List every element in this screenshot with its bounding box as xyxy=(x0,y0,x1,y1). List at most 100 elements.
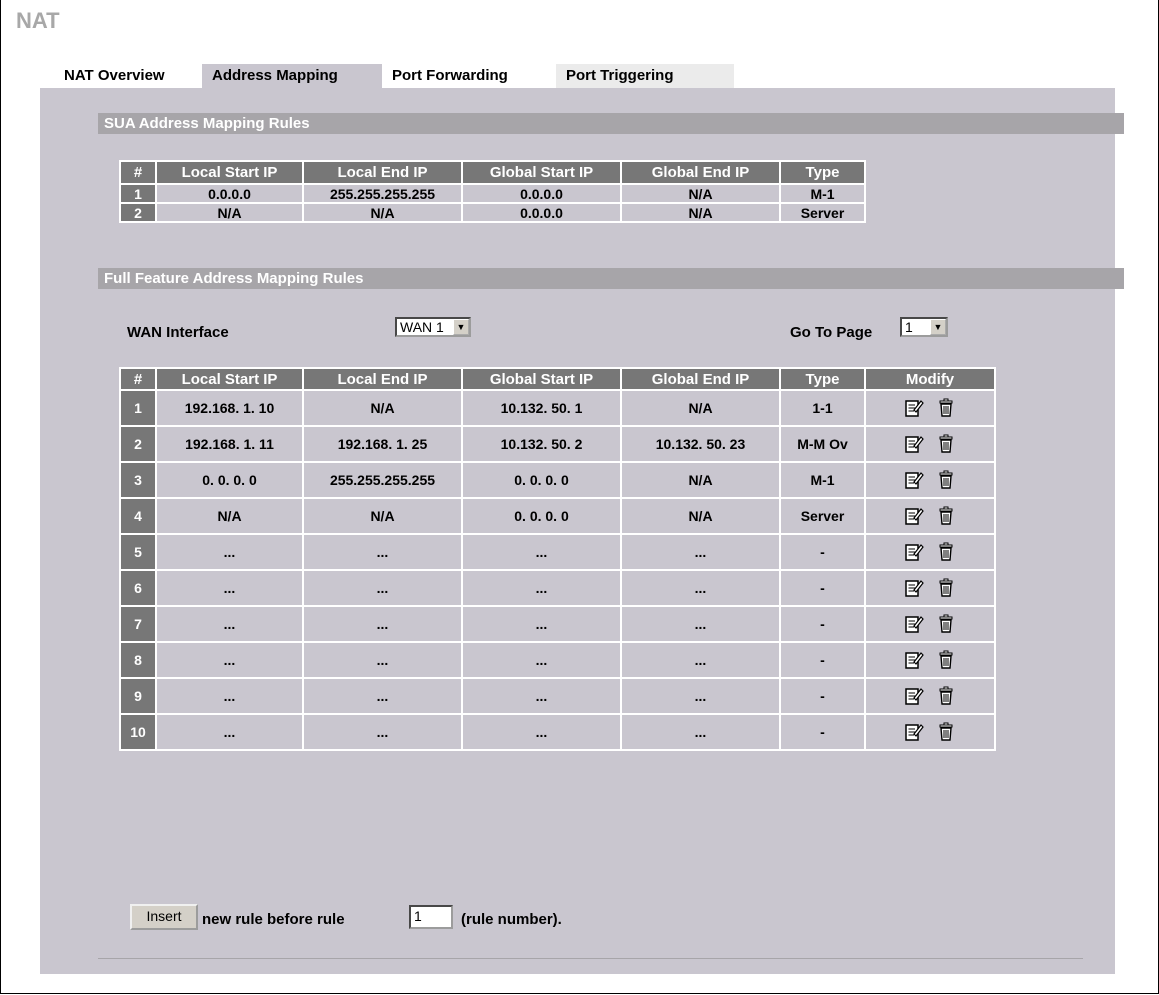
row-number: 1 xyxy=(121,185,155,202)
global-start-ip: 0.0.0.0 xyxy=(463,204,620,221)
global-start-ip: ... xyxy=(463,607,620,641)
delete-icon[interactable] xyxy=(936,470,956,490)
edit-icon[interactable] xyxy=(904,506,924,526)
local-start-ip: ... xyxy=(157,643,302,677)
global-end-ip: N/A xyxy=(622,204,779,221)
table-row: 9............ - xyxy=(121,679,994,713)
edit-icon[interactable] xyxy=(904,614,924,634)
mapping-type: - xyxy=(781,679,864,713)
mapping-type: M-M Ov xyxy=(781,427,864,461)
row-number: 7 xyxy=(121,607,155,641)
modify-actions xyxy=(866,686,994,706)
global-start-ip: 10.132. 50. 1 xyxy=(463,391,620,425)
tab-address-mapping[interactable]: Address Mapping xyxy=(202,64,382,91)
local-start-ip: N/A xyxy=(157,499,302,533)
modify-cell xyxy=(866,463,994,497)
edit-icon[interactable] xyxy=(904,650,924,670)
global-start-ip: ... xyxy=(463,643,620,677)
global-end-ip: N/A xyxy=(622,463,779,497)
insert-text: new rule before rule xyxy=(202,911,345,928)
mapping-type: - xyxy=(781,571,864,605)
delete-icon[interactable] xyxy=(936,542,956,562)
sua-section-title: SUA Address Mapping Rules xyxy=(98,113,1124,134)
local-end-ip: N/A xyxy=(304,391,461,425)
global-end-ip: ... xyxy=(622,535,779,569)
global-end-ip: N/A xyxy=(622,185,779,202)
tab-port-triggering[interactable]: Port Triggering xyxy=(556,64,734,91)
mapping-type: Server xyxy=(781,204,864,221)
modify-actions xyxy=(866,542,994,562)
table-row: 1 192.168. 1. 10 N/A 10.132. 50. 1 N/A 1-1 xyxy=(121,391,994,425)
go-to-page-value: 1 xyxy=(905,319,913,335)
edit-icon[interactable] xyxy=(904,578,924,598)
edit-icon[interactable] xyxy=(904,434,924,454)
full-feature-rules-table: # Local Start IP Local End IP Global Sta… xyxy=(119,367,996,751)
row-number: 4 xyxy=(121,499,155,533)
mapping-type: - xyxy=(781,535,864,569)
local-end-ip: 192.168. 1. 25 xyxy=(304,427,461,461)
local-end-ip: 255.255.255.255 xyxy=(304,463,461,497)
full-feature-section-title: Full Feature Address Mapping Rules xyxy=(98,268,1124,289)
local-start-ip: ... xyxy=(157,535,302,569)
content-panel: SUA Address Mapping Rules # Local Start … xyxy=(40,88,1124,974)
chevron-down-icon[interactable]: ▼ xyxy=(453,319,469,335)
delete-icon[interactable] xyxy=(936,614,956,634)
edit-icon[interactable] xyxy=(904,470,924,490)
column-header: Type xyxy=(781,162,864,183)
delete-icon[interactable] xyxy=(936,686,956,706)
column-header: Type xyxy=(781,369,864,389)
global-start-ip: 0. 0. 0. 0 xyxy=(463,463,620,497)
delete-icon[interactable] xyxy=(936,722,956,742)
wan-interface-label: WAN Interface xyxy=(127,324,229,341)
edit-icon[interactable] xyxy=(904,398,924,418)
row-number: 5 xyxy=(121,535,155,569)
go-to-page-select[interactable]: 1 ▼ xyxy=(900,317,948,337)
modify-cell xyxy=(866,571,994,605)
local-end-ip: ... xyxy=(304,535,461,569)
table-row: 7............ - xyxy=(121,607,994,641)
mapping-type: Server xyxy=(781,499,864,533)
mapping-type: M-1 xyxy=(781,463,864,497)
modify-actions xyxy=(866,578,994,598)
edit-icon[interactable] xyxy=(904,686,924,706)
table-row: 8............ - xyxy=(121,643,994,677)
global-end-ip: ... xyxy=(622,679,779,713)
local-end-ip: ... xyxy=(304,679,461,713)
wan-interface-select[interactable]: WAN 1 ▼ xyxy=(395,317,471,337)
local-start-ip: 192.168. 1. 11 xyxy=(157,427,302,461)
modify-actions xyxy=(866,650,994,670)
tab-nat-overview[interactable]: NAT Overview xyxy=(52,64,202,91)
delete-icon[interactable] xyxy=(936,398,956,418)
delete-icon[interactable] xyxy=(936,434,956,454)
tab-port-forwarding[interactable]: Port Forwarding xyxy=(382,64,556,91)
modify-actions xyxy=(866,470,994,490)
column-header: # xyxy=(121,369,155,389)
row-number: 6 xyxy=(121,571,155,605)
local-start-ip: ... xyxy=(157,715,302,749)
rule-number-input[interactable]: 1 xyxy=(409,905,453,929)
column-header: # xyxy=(121,162,155,183)
local-start-ip: 192.168. 1. 10 xyxy=(157,391,302,425)
edit-icon[interactable] xyxy=(904,542,924,562)
delete-icon[interactable] xyxy=(936,506,956,526)
table-row: 3 0. 0. 0. 0 255.255.255.255 0. 0. 0. 0 N/A M… xyxy=(121,463,994,497)
local-end-ip: N/A xyxy=(304,204,461,221)
modify-cell xyxy=(866,535,994,569)
modify-cell xyxy=(866,427,994,461)
table-row: 5............ - xyxy=(121,535,994,569)
column-header: Local Start IP xyxy=(157,369,302,389)
local-start-ip: N/A xyxy=(157,204,302,221)
chevron-down-icon[interactable]: ▼ xyxy=(930,319,946,335)
tab-bar: NAT Overview Address Mapping Port Forwar… xyxy=(52,64,734,91)
column-header: Modify xyxy=(866,369,994,389)
local-start-ip: ... xyxy=(157,679,302,713)
local-start-ip: 0. 0. 0. 0 xyxy=(157,463,302,497)
delete-icon[interactable] xyxy=(936,650,956,670)
edit-icon[interactable] xyxy=(904,722,924,742)
page-title: NAT xyxy=(16,8,60,33)
delete-icon[interactable] xyxy=(936,578,956,598)
modify-actions xyxy=(866,722,994,742)
local-start-ip: 0.0.0.0 xyxy=(157,185,302,202)
insert-button[interactable]: Insert xyxy=(130,904,198,930)
row-number: 10 xyxy=(121,715,155,749)
